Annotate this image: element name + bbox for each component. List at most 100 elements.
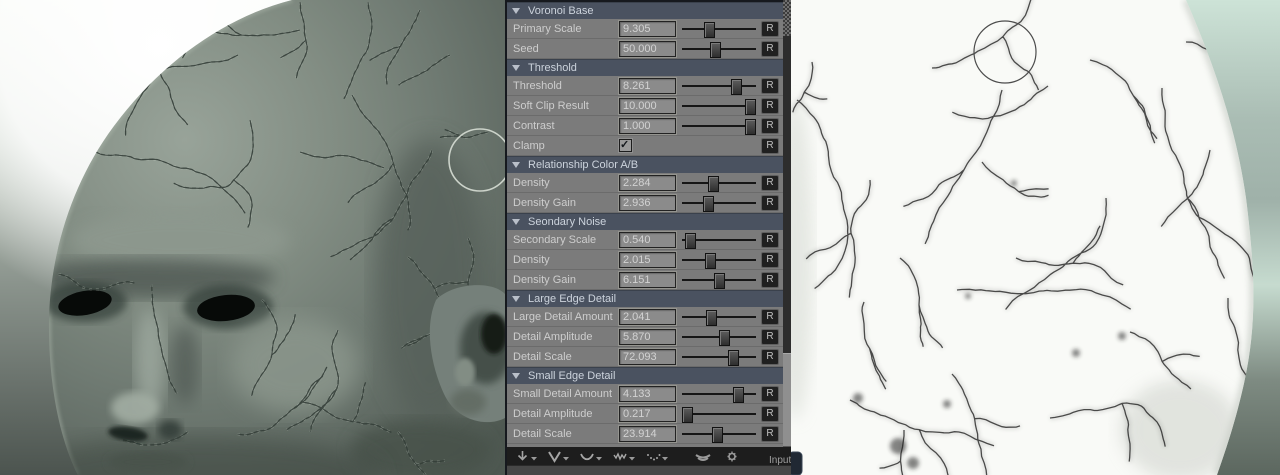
slider-handle[interactable] <box>704 22 715 38</box>
scrollbar-grip[interactable] <box>783 0 791 36</box>
value-field[interactable]: 2.936 <box>619 195 676 211</box>
param-slider[interactable] <box>682 232 756 248</box>
gear-preset-icon[interactable] <box>722 450 742 463</box>
param-slider[interactable] <box>682 386 756 402</box>
reset-button[interactable]: R <box>761 175 779 191</box>
reset-button[interactable]: R <box>761 426 779 442</box>
reset-button[interactable]: R <box>761 272 779 288</box>
slider-handle[interactable] <box>745 99 756 115</box>
slider-handle[interactable] <box>705 253 716 269</box>
slider-track[interactable] <box>682 182 756 184</box>
slider-track[interactable] <box>682 316 756 318</box>
param-slider[interactable] <box>682 21 756 37</box>
value-field[interactable]: 1.000 <box>619 118 676 134</box>
param-slider[interactable] <box>682 406 756 422</box>
reset-button[interactable]: R <box>761 21 779 37</box>
slider-handle[interactable] <box>703 196 714 212</box>
arrow-down-falloff-icon[interactable] <box>515 450 538 463</box>
value-field[interactable]: 4.133 <box>619 386 676 402</box>
reset-button[interactable]: R <box>761 232 779 248</box>
clamp-checkbox[interactable] <box>619 139 632 152</box>
section-header[interactable]: Voronoi Base <box>507 2 783 19</box>
slider-track[interactable] <box>682 28 756 30</box>
slider-handle[interactable] <box>731 79 742 95</box>
param-slider[interactable] <box>682 175 756 191</box>
slider-handle[interactable] <box>708 176 719 192</box>
chevron-down-icon[interactable] <box>562 451 570 463</box>
slider-handle[interactable] <box>712 427 723 443</box>
jagged-curve-falloff-icon[interactable] <box>612 450 636 463</box>
slider-handle[interactable] <box>706 310 717 326</box>
param-slider[interactable] <box>682 309 756 325</box>
layers-preset-icon[interactable] <box>693 450 713 463</box>
param-slider[interactable] <box>682 118 756 134</box>
param-slider[interactable] <box>682 272 756 288</box>
reset-button[interactable]: R <box>761 98 779 114</box>
collapse-triangle-icon[interactable] <box>512 8 520 14</box>
reset-button[interactable]: R <box>761 386 779 402</box>
section-header[interactable]: Seondary Noise <box>507 213 783 230</box>
slider-track[interactable] <box>682 393 756 395</box>
value-field[interactable]: 50.000 <box>619 41 676 57</box>
collapse-triangle-icon[interactable] <box>512 219 520 225</box>
value-field[interactable]: 2.041 <box>619 309 676 325</box>
param-slider[interactable] <box>682 41 756 57</box>
reset-button[interactable]: R <box>761 349 779 365</box>
chevron-down-icon[interactable] <box>628 451 636 463</box>
value-field[interactable]: 0.217 <box>619 406 676 422</box>
param-slider[interactable] <box>682 426 756 442</box>
value-field[interactable]: 72.093 <box>619 349 676 365</box>
reset-button[interactable]: R <box>761 138 779 154</box>
scrollbar-thumb[interactable] <box>783 353 791 447</box>
value-field[interactable]: 0.540 <box>619 232 676 248</box>
slider-handle[interactable] <box>685 233 696 249</box>
slider-track[interactable] <box>682 202 756 204</box>
chevron-down-icon[interactable] <box>661 451 669 463</box>
value-field[interactable]: 2.015 <box>619 252 676 268</box>
chevron-down-icon[interactable] <box>530 451 538 463</box>
slider-handle[interactable] <box>745 119 756 135</box>
reset-button[interactable]: R <box>761 309 779 325</box>
value-field[interactable]: 23.914 <box>619 426 676 442</box>
reset-button[interactable]: R <box>761 41 779 57</box>
viewport-texture-preview[interactable] <box>791 0 1280 475</box>
value-field[interactable]: 2.284 <box>619 175 676 191</box>
value-field[interactable]: 10.000 <box>619 98 676 114</box>
param-slider[interactable] <box>682 98 756 114</box>
collapse-triangle-icon[interactable] <box>512 65 520 71</box>
section-header[interactable]: Threshold <box>507 59 783 76</box>
collapse-triangle-icon[interactable] <box>512 373 520 379</box>
reset-button[interactable]: R <box>761 329 779 345</box>
slider-track[interactable] <box>682 85 756 87</box>
param-slider[interactable] <box>682 329 756 345</box>
reset-button[interactable]: R <box>761 195 779 211</box>
reset-button[interactable]: R <box>761 406 779 422</box>
param-slider[interactable] <box>682 349 756 365</box>
slider-handle[interactable] <box>728 350 739 366</box>
reset-button[interactable]: R <box>761 118 779 134</box>
param-slider[interactable] <box>682 252 756 268</box>
smooth-curve-falloff-icon[interactable] <box>579 450 603 463</box>
dotted-curve-falloff-icon[interactable] <box>645 450 669 463</box>
reset-button[interactable]: R <box>761 78 779 94</box>
value-field[interactable]: 8.261 <box>619 78 676 94</box>
slider-handle[interactable] <box>710 42 721 58</box>
value-field[interactable]: 5.870 <box>619 329 676 345</box>
slider-handle[interactable] <box>719 330 730 346</box>
v-falloff-icon[interactable] <box>547 450 570 463</box>
reset-button[interactable]: R <box>761 252 779 268</box>
section-header[interactable]: Large Edge Detail <box>507 290 783 307</box>
slider-handle[interactable] <box>733 387 744 403</box>
section-header[interactable]: Small Edge Detail <box>507 367 783 384</box>
value-field[interactable]: 6.151 <box>619 272 676 288</box>
param-slider[interactable] <box>682 195 756 211</box>
value-field[interactable]: 9.305 <box>619 21 676 37</box>
slider-track[interactable] <box>682 356 756 358</box>
panel-scrollbar[interactable] <box>783 0 791 447</box>
collapse-triangle-icon[interactable] <box>512 296 520 302</box>
param-slider[interactable] <box>682 78 756 94</box>
viewport-3d-shaded[interactable] <box>0 0 505 475</box>
collapse-triangle-icon[interactable] <box>512 162 520 168</box>
slider-handle[interactable] <box>682 407 693 423</box>
slider-track[interactable] <box>682 259 756 261</box>
